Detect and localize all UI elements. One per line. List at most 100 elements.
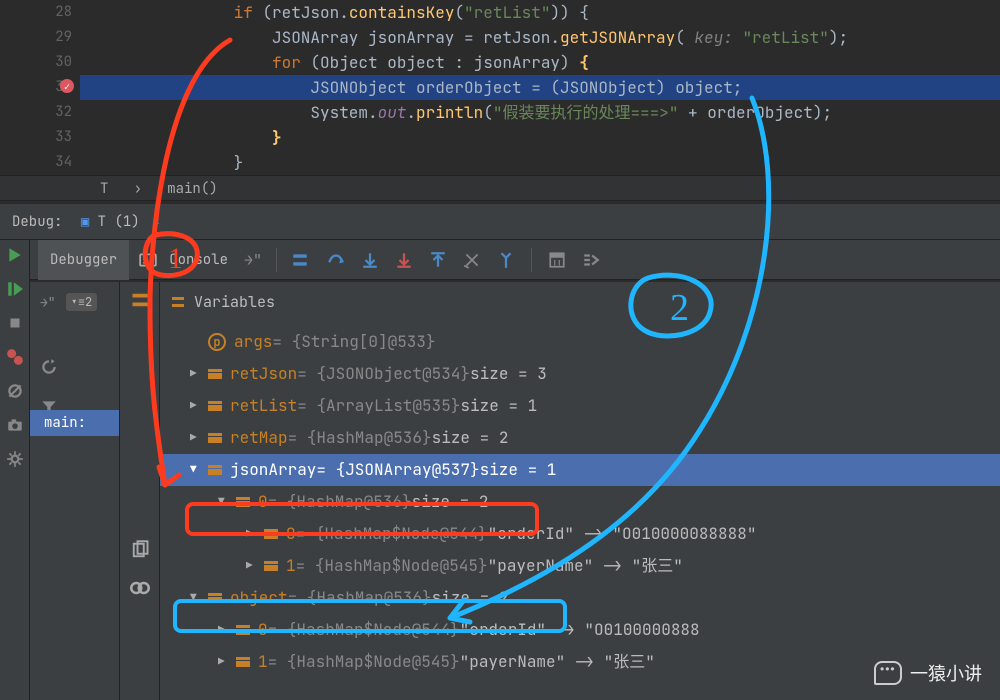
expand-arrow-icon[interactable]: ▶ [190, 390, 204, 422]
line-number: 31✓ [0, 75, 80, 100]
variable-row[interactable]: ▼object = {HashMap@536} size = 2 [160, 582, 1000, 614]
breadcrumb-class[interactable]: T [100, 180, 108, 198]
var-extra: "payerName" -> "张三" [488, 550, 683, 582]
settings-icon[interactable] [6, 450, 24, 468]
breakpoint-icon[interactable]: ✓ [60, 79, 74, 93]
variable-row[interactable]: ▶ retMap = {HashMap@536} size = 2 [160, 422, 1000, 454]
variables-tree[interactable]: pargs = {String[0]@533}▶retJson = {JSONO… [160, 326, 1000, 678]
trace-current-stream-chain-icon[interactable] [582, 251, 600, 269]
evaluate-expression-icon[interactable] [548, 251, 566, 269]
copy-icon[interactable] [130, 540, 150, 560]
var-value: = {HashMap$Node@544} [296, 518, 488, 550]
frame-main[interactable]: main: [30, 410, 119, 436]
resume-icon[interactable] [6, 280, 24, 298]
var-name: 0 [258, 486, 268, 518]
var-name: 1 [286, 550, 296, 582]
tab-debugger[interactable]: Debugger [38, 240, 129, 280]
expand-arrow-icon[interactable]: ▼ [218, 486, 232, 518]
var-value: = {JSONObject@534} [297, 358, 470, 390]
object-icon [264, 559, 278, 573]
attach-console-icon[interactable]: →" [244, 250, 262, 270]
vars-list-icon[interactable] [130, 290, 150, 310]
var-name: 0 [258, 614, 268, 646]
expand-arrow-icon[interactable]: ▶ [218, 646, 232, 678]
var-value: = {ArrayList@535} [297, 390, 460, 422]
expand-arrow-icon[interactable]: ▶ [190, 358, 204, 390]
var-extra: size = 2 [432, 422, 509, 454]
var-name: retJson [230, 358, 297, 390]
expand-arrow-icon[interactable]: ▶ [190, 422, 204, 454]
code-line[interactable]: } [80, 150, 1000, 175]
var-extra: size = 1 [460, 390, 537, 422]
object-icon [208, 591, 222, 605]
thread-badge[interactable]: ▾≡2 [66, 293, 98, 311]
expand-arrow-icon[interactable]: ▶ [246, 518, 260, 550]
object-icon [236, 655, 250, 669]
expand-arrow-icon[interactable]: ▼ [190, 582, 204, 614]
stop-icon[interactable] [6, 314, 24, 332]
breadcrumb-method[interactable]: main() [167, 180, 217, 198]
code-editor[interactable]: 28 29 30 31✓ 32 33 34 if (retJson.contai… [0, 0, 1000, 200]
code-line-current[interactable]: JSONObject orderObject = (JSONObject) ob… [80, 75, 1000, 100]
variable-row[interactable]: ▼0 = {HashMap@536} size = 2 [160, 486, 1000, 518]
var-name: retMap [230, 422, 288, 454]
variable-row[interactable]: ▶1 = {HashMap$Node@545} "payerName" -> "… [160, 550, 1000, 582]
variable-row[interactable]: ▼jsonArray = {JSONArray@537} size = 1 [160, 454, 1000, 486]
var-value: = {HashMap$Node@545} [268, 646, 460, 678]
object-icon [208, 367, 222, 381]
code-area[interactable]: if (retJson.containsKey("retList")) { JS… [80, 0, 1000, 175]
var-name: object [230, 582, 288, 614]
var-value: = {HashMap$Node@544} [268, 614, 460, 646]
tab-console[interactable]: Console [157, 240, 240, 280]
breadcrumb[interactable]: T › main() [0, 175, 1000, 201]
variables-pane: Variables pargs = {String[0]@533}▶retJso… [160, 282, 1000, 700]
view-breakpoints-icon[interactable] [6, 348, 24, 366]
line-number: 33 [0, 125, 80, 150]
step-over-icon[interactable] [327, 251, 345, 269]
object-icon [236, 495, 250, 509]
restart-icon[interactable] [40, 358, 58, 376]
code-line[interactable]: if (retJson.containsKey("retList")) { [80, 0, 1000, 25]
force-step-into-icon[interactable] [395, 251, 413, 269]
variables-gutter [120, 282, 160, 700]
rerun-icon[interactable] [6, 246, 24, 264]
mute-breakpoints-icon[interactable] [6, 382, 24, 400]
code-line[interactable]: System.out.println("假装要执行的处理===>" + orde… [80, 100, 1000, 125]
show-execution-point-icon[interactable] [291, 251, 309, 269]
camera-icon[interactable] [6, 416, 24, 434]
variable-row[interactable]: ▶0 = {HashMap$Node@544} "orderId" -> "O0… [160, 614, 1000, 646]
var-extra: size = 2 [412, 486, 489, 518]
wechat-icon [874, 661, 902, 685]
expand-arrow-icon[interactable]: ▶ [218, 614, 232, 646]
step-out-icon[interactable] [429, 251, 447, 269]
line-number: 32 [0, 100, 80, 125]
console-tab-icon [139, 251, 157, 269]
variable-row[interactable]: pargs = {String[0]@533} [160, 326, 1000, 358]
step-into-icon[interactable] [361, 251, 379, 269]
var-value: = {HashMap@536} [288, 422, 432, 454]
debug-title: Debug: [12, 213, 62, 231]
expand-arrow-icon[interactable]: ▶ [246, 550, 260, 582]
drop-frame-icon[interactable] [463, 251, 481, 269]
variables-header: Variables [160, 282, 1000, 322]
watermark: 一猿小讲 [874, 660, 982, 686]
variable-row[interactable]: ▶retList = {ArrayList@535} size = 1 [160, 390, 1000, 422]
var-extra: "payerName" -> "张三" [460, 646, 655, 678]
close-icon[interactable]: × [152, 213, 160, 231]
code-line[interactable]: for (Object object : jsonArray) { [80, 50, 1000, 75]
run-to-cursor-icon[interactable] [497, 251, 515, 269]
code-line[interactable]: } [80, 125, 1000, 150]
run-controls-sidebar [0, 240, 30, 700]
var-name: 1 [258, 646, 268, 678]
debugger-toolbar: Debugger Console →" [30, 240, 1000, 280]
line-number: 30 [0, 50, 80, 75]
variable-row[interactable]: ▶0 = {HashMap$Node@544} "orderId" -> "O0… [160, 518, 1000, 550]
debug-run-tab[interactable]: T (1) [98, 213, 140, 231]
watch-icon[interactable] [130, 578, 150, 598]
variables-title: Variables [194, 282, 275, 322]
variable-row[interactable]: ▶retJson = {JSONObject@534} size = 3 [160, 358, 1000, 390]
attach-icon[interactable]: →" [40, 294, 56, 311]
var-value: = {String[0]@533} [272, 326, 435, 358]
expand-arrow-icon[interactable]: ▼ [190, 454, 204, 486]
code-line[interactable]: JSONArray jsonArray = retJson.getJSONArr… [80, 25, 1000, 50]
